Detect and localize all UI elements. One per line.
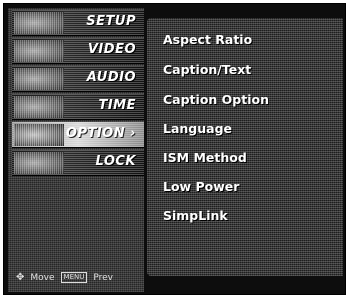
option-submenu: Aspect Ratio Caption/Text Caption Option… — [147, 18, 343, 276]
move-hint-label: Move — [30, 272, 55, 283]
tab-lock-label: LOCK — [95, 154, 136, 169]
setup-icon — [14, 12, 64, 34]
tab-time[interactable]: TIME — [12, 94, 144, 120]
menu-item-caption-option[interactable]: Caption Option — [163, 92, 269, 107]
osd-menu-frame: SETUP VIDEO AUDIO TIME OPTION › LOCK ✥ M… — [3, 3, 346, 295]
tab-time-label: TIME — [98, 98, 136, 113]
tab-video[interactable]: VIDEO — [12, 38, 144, 64]
tab-audio[interactable]: AUDIO — [12, 66, 144, 92]
menu-item-language[interactable]: Language — [163, 121, 232, 136]
menu-key-icon: MENU — [60, 272, 88, 283]
option-icon — [14, 124, 64, 146]
menu-item-caption-text[interactable]: Caption/Text — [163, 62, 251, 77]
audio-icon — [14, 68, 64, 90]
menu-item-low-power[interactable]: Low Power — [163, 179, 239, 194]
tab-video-label: VIDEO — [87, 42, 136, 57]
menu-item-aspect-ratio[interactable]: Aspect Ratio — [163, 32, 252, 47]
video-icon — [14, 40, 64, 62]
prev-hint-label: Prev — [93, 272, 113, 283]
tab-option[interactable]: OPTION › — [12, 122, 144, 148]
tab-option-label: OPTION › — [65, 126, 136, 141]
time-icon — [14, 96, 64, 118]
navigation-hints: ✥ Move MENU Prev — [16, 272, 113, 283]
menu-item-simplink[interactable]: SimpLink — [163, 208, 228, 223]
menu-item-ism-method[interactable]: ISM Method — [163, 150, 247, 165]
tab-lock[interactable]: LOCK — [12, 150, 144, 176]
lock-icon — [14, 152, 64, 174]
tab-setup[interactable]: SETUP — [12, 10, 144, 36]
tab-setup-label: SETUP — [86, 14, 136, 29]
move-arrows-icon: ✥ — [16, 272, 25, 283]
main-menu-sidebar: SETUP VIDEO AUDIO TIME OPTION › LOCK — [8, 8, 144, 292]
tab-audio-label: AUDIO — [86, 70, 136, 85]
